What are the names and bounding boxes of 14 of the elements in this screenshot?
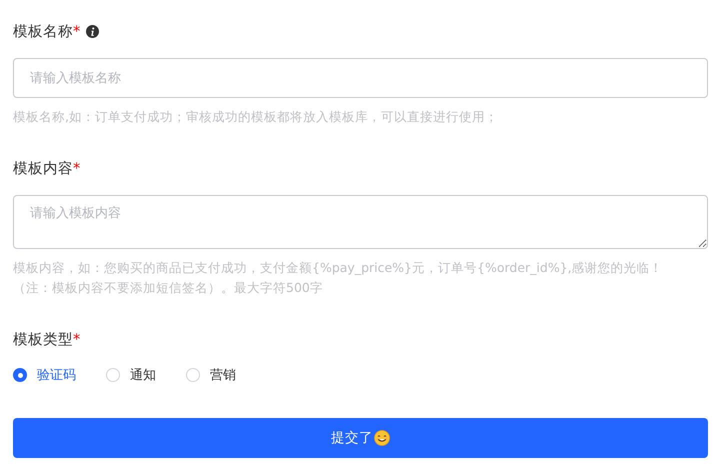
- field-label: 模板内容*: [13, 160, 80, 178]
- radio-option[interactable]: 通知: [106, 366, 156, 384]
- help-text: （注：模板内容不要添加短信签名）。最大字符500字: [13, 279, 324, 297]
- field-label: 模板名称*: [13, 22, 80, 40]
- submit-button[interactable]: 提交了: [13, 418, 708, 458]
- help-text: 模板名称,如：订单支付成功；审核成功的模板都将放入模板库，可以直接进行使用；: [13, 108, 499, 126]
- field-label: 模板类型*: [13, 330, 80, 348]
- radio-option[interactable]: 验证码: [13, 366, 76, 384]
- radio-option[interactable]: 营销: [186, 366, 236, 384]
- template-name-field[interactable]: 请输入模板名称: [13, 58, 708, 98]
- radio-icon[interactable]: [13, 368, 27, 382]
- help-text: 模板内容，如：您购买的商品已支付成功，支付金额{%pay_price%}元，订单号{%order_id%},感谢您的光临！: [13, 259, 664, 277]
- template-content-field[interactable]: 请输入模板内容: [13, 195, 708, 249]
- info-icon[interactable]: [86, 24, 100, 38]
